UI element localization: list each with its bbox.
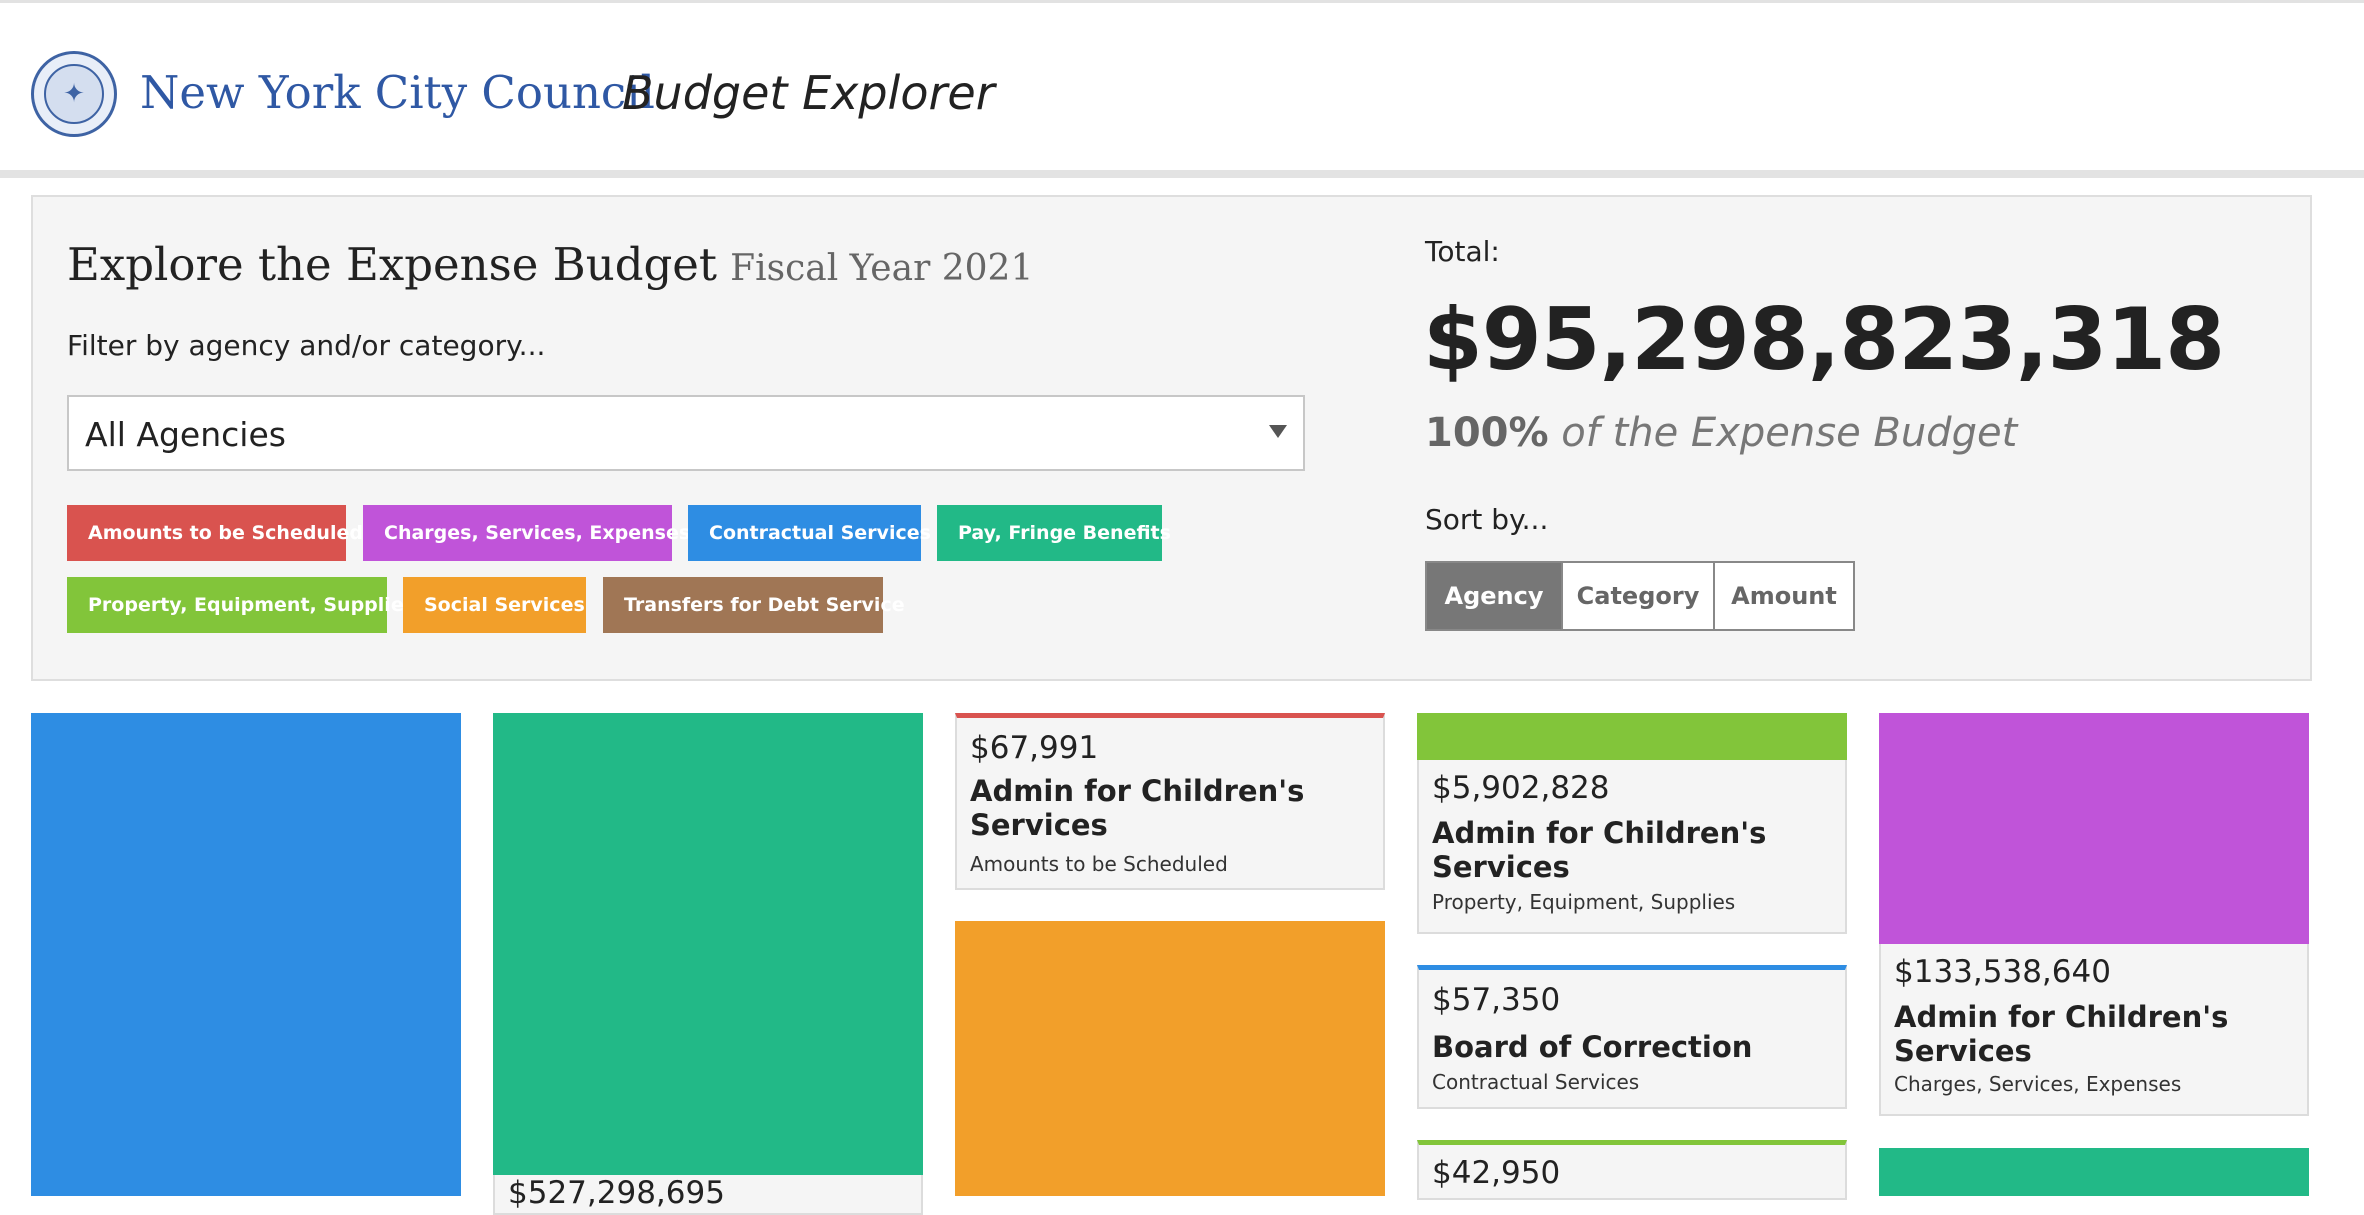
- budget-block-charges-services-expenses[interactable]: [1879, 713, 2309, 946]
- total-amount: $95,298,823,318: [1423, 290, 2225, 390]
- budget-controls-panel: Explore the Expense Budget Fiscal Year 2…: [31, 195, 2312, 681]
- budget-card-agency: Admin for Children's Services: [970, 774, 1305, 842]
- total-percent: 100% of the Expense Budget: [1425, 403, 2017, 463]
- nyc-council-seal-icon[interactable]: ✦: [31, 51, 117, 137]
- filter-label: Filter by agency and/or category...: [67, 329, 546, 362]
- budget-card-amount: $133,538,640: [1894, 954, 2111, 990]
- budget-card[interactable]: $57,350 Board of Correction Contractual …: [1417, 965, 1847, 1109]
- budget-block-contractual-services[interactable]: [31, 713, 461, 1196]
- budget-card-amount: $67,991: [970, 730, 1099, 766]
- budget-card-agency: Admin for Children's Services: [1894, 1000, 2229, 1068]
- page-title: Explore the Expense Budget Fiscal Year 2…: [67, 233, 1033, 307]
- budget-block-property-equipment-supplies[interactable]: [1417, 713, 1847, 761]
- app-title: Budget Explorer: [622, 66, 995, 120]
- budget-card[interactable]: $527,298,695: [493, 1175, 923, 1215]
- budget-card-amount: $57,350: [1432, 982, 1561, 1018]
- sort-amount-button[interactable]: Amount: [1713, 561, 1855, 631]
- sort-agency-button[interactable]: Agency: [1425, 561, 1563, 631]
- agency-select[interactable]: All Agencies: [67, 395, 1305, 471]
- category-chip-pay-fringe-benefits[interactable]: Pay, Fringe Benefits: [937, 505, 1171, 561]
- category-chip-contractual-services[interactable]: Contractual Services: [688, 505, 931, 561]
- budget-card-amount: $5,902,828: [1432, 770, 1610, 806]
- total-percent-suffix: of the Expense Budget: [1561, 410, 2018, 456]
- category-chip-amounts-to-be-scheduled[interactable]: Amounts to be Scheduled: [67, 505, 363, 561]
- brand-link[interactable]: New York City Council: [140, 61, 655, 125]
- total-percent-value: 100%: [1425, 410, 1549, 456]
- budget-card-category: Amounts to be Scheduled: [970, 852, 1228, 876]
- budget-block-pay-fringe-benefits[interactable]: [1879, 1148, 2309, 1196]
- category-chip-transfers-for-debt-service[interactable]: Transfers for Debt Service: [603, 577, 905, 633]
- budget-card-amount: $42,950: [1432, 1155, 1561, 1191]
- budget-card[interactable]: $133,538,640 Admin for Children's Servic…: [1879, 944, 2309, 1116]
- category-chip-charges-services-expenses[interactable]: Charges, Services, Expenses: [363, 505, 690, 561]
- budget-card-category: Property, Equipment, Supplies: [1432, 890, 1736, 914]
- budget-card[interactable]: $5,902,828 Admin for Children's Services…: [1417, 760, 1847, 934]
- budget-card-category: Charges, Services, Expenses: [1894, 1072, 2182, 1096]
- budget-card-category: Contractual Services: [1432, 1070, 1640, 1094]
- top-navigation-bar: ✦ New York City Council Budget Explorer: [0, 0, 2364, 178]
- budget-card-agency: Board of Correction: [1432, 1030, 1753, 1064]
- category-chip-social-services[interactable]: Social Services: [403, 577, 586, 633]
- budget-card-agency: Admin for Children's Services: [1432, 816, 1767, 884]
- total-label: Total:: [1425, 235, 1500, 268]
- budget-card-amount: $527,298,695: [508, 1175, 725, 1211]
- category-chip-property-equipment-supplies[interactable]: Property, Equipment, Supplies: [67, 577, 415, 633]
- sort-category-button[interactable]: Category: [1561, 561, 1715, 631]
- agency-select-value: All Agencies: [85, 415, 286, 454]
- budget-card[interactable]: $42,950: [1417, 1140, 1847, 1200]
- sort-label: Sort by...: [1425, 503, 1549, 536]
- fiscal-year-label: Fiscal Year 2021: [730, 248, 1034, 289]
- budget-block-pay-fringe-benefits[interactable]: [493, 713, 923, 1177]
- caret-down-icon: [1269, 425, 1287, 438]
- page-title-text: Explore the Expense Budget: [67, 238, 718, 291]
- budget-block-social-services[interactable]: [955, 921, 1385, 1196]
- budget-card[interactable]: $67,991 Admin for Children's Services Am…: [955, 713, 1385, 890]
